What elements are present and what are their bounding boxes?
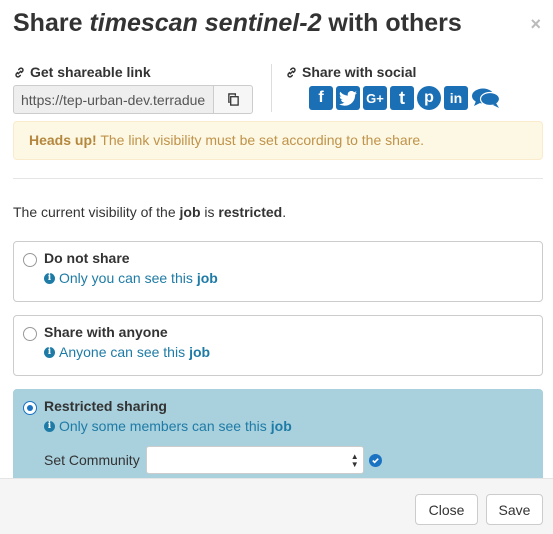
radio-share-with-anyone[interactable] bbox=[23, 327, 37, 341]
twitter-icon[interactable] bbox=[336, 86, 360, 110]
check-icon[interactable] bbox=[368, 453, 382, 467]
info-icon: i bbox=[44, 420, 55, 432]
horizontal-divider bbox=[13, 178, 543, 179]
dialog-title-item: timescan sentinel-2 bbox=[89, 9, 322, 37]
close-button[interactable]: Close bbox=[415, 494, 478, 525]
info-icon: i bbox=[44, 272, 55, 284]
linkedin-icon[interactable]: in bbox=[444, 86, 468, 110]
link-icon bbox=[287, 66, 296, 78]
shareable-link-input[interactable] bbox=[13, 85, 213, 114]
link-icon bbox=[15, 66, 24, 78]
option-share-with-anyone[interactable]: Share with anyone i Anyone can see this j… bbox=[13, 315, 543, 376]
community-row: Set Community ▲ ▼ bbox=[44, 446, 382, 474]
community-label: Set Community bbox=[44, 452, 140, 468]
info-icon: i bbox=[44, 346, 55, 358]
close-icon[interactable]: × bbox=[530, 14, 541, 35]
pinterest-icon[interactable]: p bbox=[417, 86, 441, 110]
section-divider bbox=[271, 64, 272, 112]
select-arrows-icon: ▲ ▼ bbox=[350, 452, 359, 469]
radio-do-not-share[interactable] bbox=[23, 253, 37, 267]
radio-restricted-sharing[interactable] bbox=[23, 401, 37, 415]
save-button[interactable]: Save bbox=[486, 494, 543, 525]
copy-link-button[interactable] bbox=[213, 85, 253, 114]
shareable-link-label: Get shareable link bbox=[30, 64, 151, 80]
dialog-title: Share timescan sentinel-2 with others bbox=[13, 9, 462, 37]
social-share-label: Share with social bbox=[302, 64, 417, 80]
heads-up-alert: Heads up! The link visibility must be se… bbox=[13, 121, 543, 160]
facebook-icon[interactable]: f bbox=[309, 86, 333, 110]
dialog-footer: Close Save bbox=[0, 478, 553, 534]
dialog-header: Share timescan sentinel-2 with others × bbox=[0, 0, 553, 48]
social-share-section: Share with social f G+ t p in bbox=[285, 64, 501, 110]
option-do-not-share[interactable]: Do not share i Only you can see this job bbox=[13, 241, 543, 302]
copy-icon bbox=[227, 93, 239, 106]
current-visibility-text: The current visibility of the job is res… bbox=[13, 204, 287, 220]
social-icons: f G+ t p in bbox=[309, 86, 501, 110]
tumblr-icon[interactable]: t bbox=[390, 86, 414, 110]
community-select[interactable]: ▲ ▼ bbox=[145, 446, 364, 474]
comments-icon[interactable] bbox=[471, 86, 501, 110]
shareable-link-section: Get shareable link bbox=[13, 64, 261, 114]
google-plus-icon[interactable]: G+ bbox=[363, 86, 387, 110]
share-dialog: Share timescan sentinel-2 with others × … bbox=[0, 0, 553, 534]
